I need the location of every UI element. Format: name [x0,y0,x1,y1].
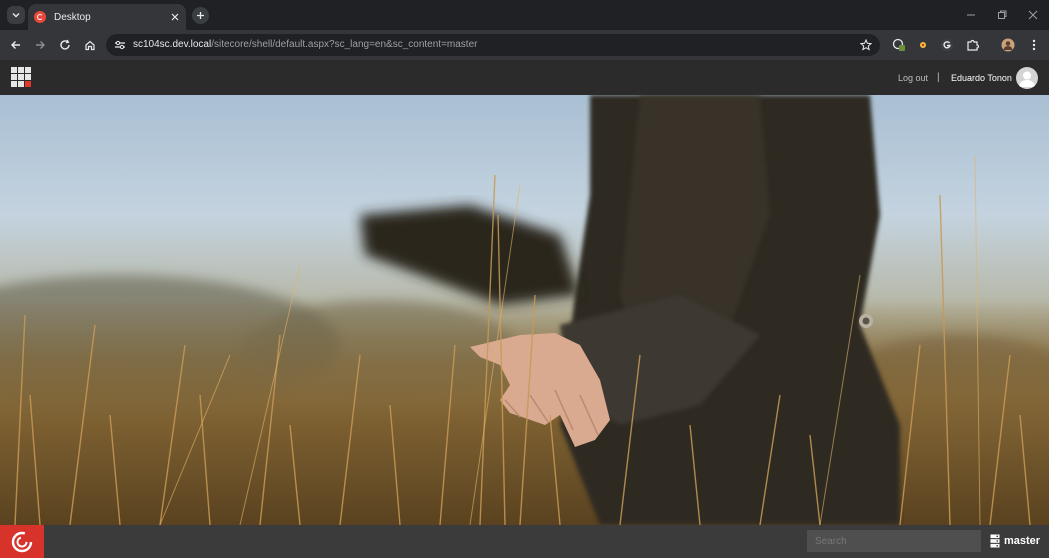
launchpad-icon[interactable] [11,67,33,89]
profile-icon[interactable] [1001,38,1015,52]
back-icon[interactable] [8,37,24,53]
tab-title: Desktop [54,11,91,23]
wallpaper-image [0,95,1049,525]
browser-tab-strip: Desktop [0,0,1049,30]
restore-icon[interactable] [986,0,1018,30]
window-close-icon[interactable] [1017,0,1049,30]
browser-toolbar: sc104sc.dev.local/sitecore/shell/default… [0,30,1049,60]
extension-icon[interactable] [916,38,930,52]
desktop-wallpaper [0,95,1049,525]
bookmark-star-icon[interactable] [860,39,872,51]
logout-link[interactable]: Log out [898,73,928,83]
reload-icon[interactable] [57,37,73,53]
sitecore-taskbar: master [0,525,1049,558]
forward-icon[interactable] [32,37,48,53]
database-label: master [1004,535,1041,547]
sitecore-header: Log out | Eduardo Tonon [0,60,1049,95]
browser-tab[interactable]: Desktop [28,4,186,30]
url-text: sc104sc.dev.local/sitecore/shell/default… [133,39,478,50]
database-icon [990,534,1000,548]
search-input[interactable] [807,530,981,552]
sitecore-start-icon[interactable] [0,525,44,558]
address-bar[interactable]: sc104sc.dev.local/sitecore/shell/default… [106,34,880,56]
avatar-icon[interactable] [1016,67,1038,89]
menu-icon[interactable] [1027,38,1041,52]
site-info-icon[interactable] [114,39,126,51]
tab-search-icon[interactable] [7,6,25,24]
new-tab-icon[interactable] [192,7,209,24]
sitecore-favicon [34,11,46,23]
home-icon[interactable] [82,37,98,53]
user-name[interactable]: Eduardo Tonon [951,73,1012,83]
extension-icon[interactable] [940,38,954,52]
close-icon[interactable] [168,10,182,24]
extension-icon[interactable] [966,38,980,52]
extension-icon[interactable] [892,38,906,52]
minimize-icon[interactable] [955,0,987,30]
header-separator: | [937,72,940,83]
database-selector[interactable]: master [990,534,1040,548]
